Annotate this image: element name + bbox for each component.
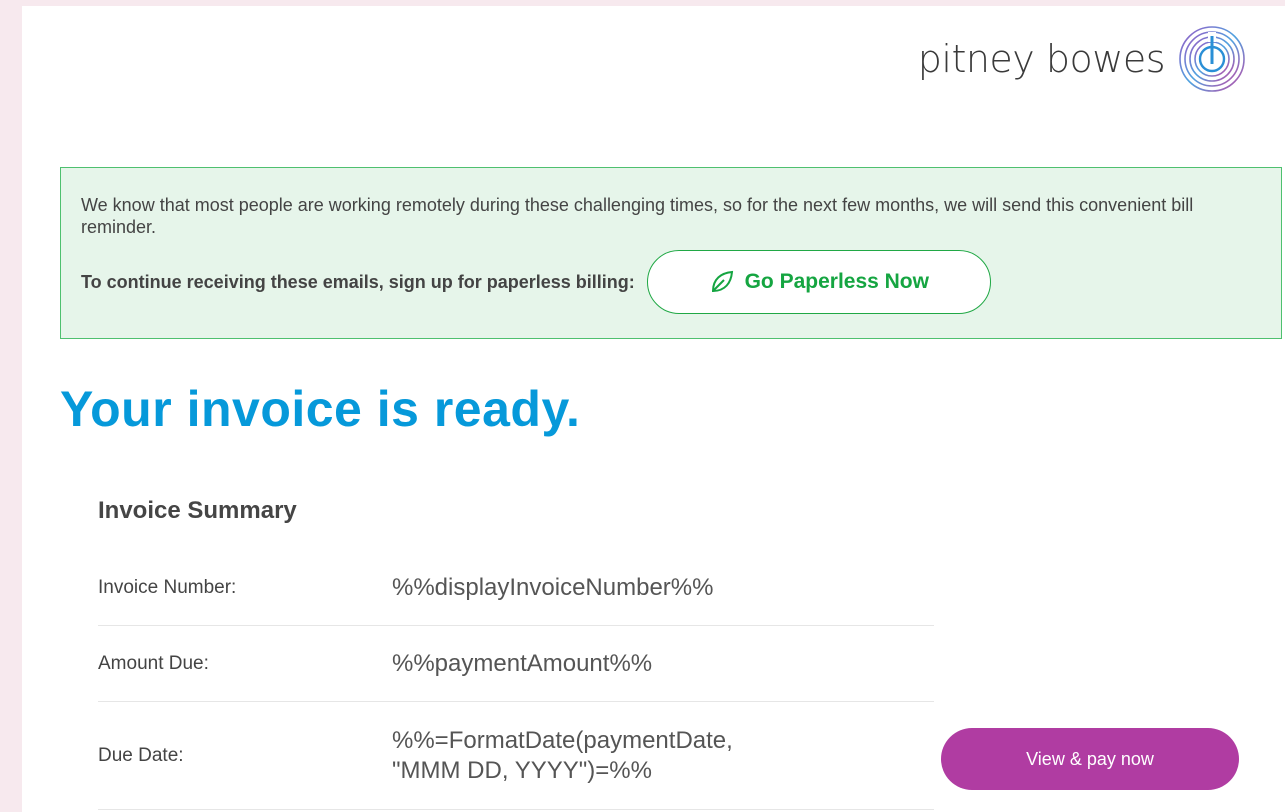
table-row-due-date: Due Date: %%=FormatDate(paymentDate, "MM… <box>98 702 934 810</box>
paperless-notice: We know that most people are working rem… <box>60 167 1282 339</box>
brand-name: pitney bowes <box>917 37 1166 81</box>
go-paperless-button[interactable]: Go Paperless Now <box>646 250 991 314</box>
table-row-invoice-number: Invoice Number: %%displayInvoiceNumber%% <box>98 550 934 626</box>
leaf-icon <box>711 270 733 293</box>
amount-due-value: %%paymentAmount%% <box>392 649 653 677</box>
amount-due-label: Amount Due: <box>98 652 209 674</box>
notice-message: We know that most people are working rem… <box>81 195 1194 237</box>
due-date-label: Due Date: <box>98 744 184 766</box>
invoice-summary-table: Invoice Number: %%displayInvoiceNumber%%… <box>98 550 934 810</box>
invoice-number-label: Invoice Number: <box>98 576 237 598</box>
page-title: Your invoice is ready. <box>60 381 581 437</box>
notice-cta-row: To continue receiving these emails, sign… <box>81 250 1261 314</box>
invoice-number-value: %%displayInvoiceNumber%% <box>392 573 714 601</box>
go-paperless-label: Go Paperless Now <box>744 270 929 293</box>
notice-cta-text: To continue receiving these emails, sign… <box>81 271 635 292</box>
pitney-bowes-logo-icon <box>1179 26 1245 92</box>
brand-logo[interactable]: pitney bowes <box>918 14 1247 104</box>
table-row-amount-due: Amount Due: %%paymentAmount%% <box>98 626 934 702</box>
view-and-pay-button[interactable]: View & pay now <box>941 728 1239 790</box>
email-page: pitney bowes We know that most people ar… <box>22 0 1285 812</box>
due-date-value: %%=FormatDate(paymentDate, "MMM DD, YYYY… <box>392 726 733 784</box>
invoice-summary-title: Invoice Summary <box>98 497 297 524</box>
top-strip <box>22 0 1285 6</box>
